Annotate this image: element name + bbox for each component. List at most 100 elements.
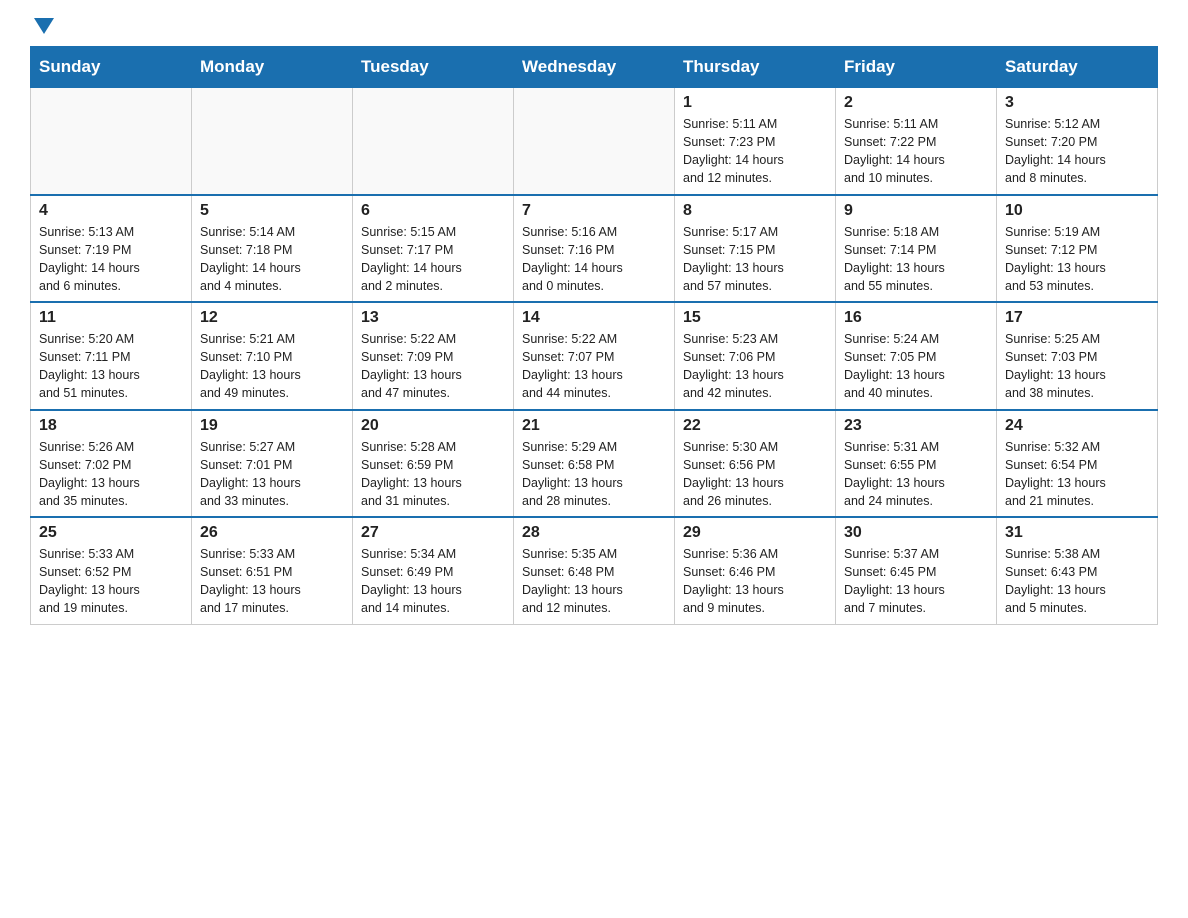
day-number: 26 <box>200 524 344 542</box>
calendar-cell: 25 Sunrise: 5:33 AM Sunset: 6:52 PM Dayli… <box>31 517 192 624</box>
day-info: Sunrise: 5:16 AM Sunset: 7:16 PM Dayligh… <box>522 223 666 296</box>
calendar-cell: 21Sunrise: 5:29 AM Sunset: 6:58 PM Dayli… <box>514 410 675 518</box>
day-info: Sunrise: 5:22 AM Sunset: 7:07 PM Dayligh… <box>522 330 666 403</box>
calendar-cell <box>353 88 514 195</box>
calendar-cell: 26 Sunrise: 5:33 AM Sunset: 6:51 PM Dayli… <box>192 517 353 624</box>
day-number: 7 <box>522 202 666 220</box>
day-number: 27 <box>361 524 505 542</box>
calendar-week-row: 11 Sunrise: 5:20 AM Sunset: 7:11 PM Dayli… <box>31 302 1158 410</box>
day-number: 15 <box>683 309 827 327</box>
day-number: 12 <box>200 309 344 327</box>
day-number: 29 <box>683 524 827 542</box>
day-number: 5 <box>200 202 344 220</box>
day-number: 9 <box>844 202 988 220</box>
day-info: Sunrise: 5:15 AM Sunset: 7:17 PM Dayligh… <box>361 223 505 296</box>
calendar-cell: 19 Sunrise: 5:27 AM Sunset: 7:01 PM Dayli… <box>192 410 353 518</box>
day-info: Sunrise: 5:18 AM Sunset: 7:14 PM Dayligh… <box>844 223 988 296</box>
day-info: Sunrise: 5:13 AM Sunset: 7:19 PM Dayligh… <box>39 223 183 296</box>
day-info: Sunrise: 5:19 AM Sunset: 7:12 PM Dayligh… <box>1005 223 1149 296</box>
header-monday: Monday <box>192 47 353 88</box>
header-saturday: Saturday <box>997 47 1158 88</box>
calendar-week-row: 18 Sunrise: 5:26 AM Sunset: 7:02 PM Dayli… <box>31 410 1158 518</box>
day-number: 18 <box>39 417 183 435</box>
calendar-cell: 27 Sunrise: 5:34 AM Sunset: 6:49 PM Dayli… <box>353 517 514 624</box>
day-number: 19 <box>200 417 344 435</box>
day-info: Sunrise: 5:25 AM Sunset: 7:03 PM Dayligh… <box>1005 330 1149 403</box>
day-info: Sunrise: 5:36 AM Sunset: 6:46 PM Dayligh… <box>683 545 827 618</box>
calendar-cell: 10 Sunrise: 5:19 AM Sunset: 7:12 PM Dayli… <box>997 195 1158 303</box>
day-info: Sunrise: 5:30 AM Sunset: 6:56 PM Dayligh… <box>683 438 827 511</box>
day-number: 2 <box>844 94 988 112</box>
day-number: 25 <box>39 524 183 542</box>
calendar-cell: 13 Sunrise: 5:22 AM Sunset: 7:09 PM Dayli… <box>353 302 514 410</box>
day-info: Sunrise: 5:17 AM Sunset: 7:15 PM Dayligh… <box>683 223 827 296</box>
day-number: 20 <box>361 417 505 435</box>
calendar-cell: 23 Sunrise: 5:31 AM Sunset: 6:55 PM Dayli… <box>836 410 997 518</box>
day-number: 6 <box>361 202 505 220</box>
calendar-cell: 22 Sunrise: 5:30 AM Sunset: 6:56 PM Dayli… <box>675 410 836 518</box>
day-info: Sunrise: 5:11 AM Sunset: 7:22 PM Dayligh… <box>844 115 988 188</box>
day-info: Sunrise: 5:37 AM Sunset: 6:45 PM Dayligh… <box>844 545 988 618</box>
calendar-cell: 14 Sunrise: 5:22 AM Sunset: 7:07 PM Dayli… <box>514 302 675 410</box>
calendar-cell: 1 Sunrise: 5:11 AM Sunset: 7:23 PM Daylig… <box>675 88 836 195</box>
calendar-cell: 24 Sunrise: 5:32 AM Sunset: 6:54 PM Dayli… <box>997 410 1158 518</box>
calendar-cell: 9 Sunrise: 5:18 AM Sunset: 7:14 PM Daylig… <box>836 195 997 303</box>
day-number: 10 <box>1005 202 1149 220</box>
day-number: 28 <box>522 524 666 542</box>
calendar-cell: 6 Sunrise: 5:15 AM Sunset: 7:17 PM Daylig… <box>353 195 514 303</box>
day-number: 30 <box>844 524 988 542</box>
logo-triangle-icon <box>34 18 54 34</box>
day-number: 24 <box>1005 417 1149 435</box>
day-info: Sunrise: 5:22 AM Sunset: 7:09 PM Dayligh… <box>361 330 505 403</box>
day-info: Sunrise: 5:33 AM Sunset: 6:52 PM Dayligh… <box>39 545 183 618</box>
day-info: Sunrise: 5:27 AM Sunset: 7:01 PM Dayligh… <box>200 438 344 511</box>
day-number: 21 <box>522 417 666 435</box>
calendar-cell: 18 Sunrise: 5:26 AM Sunset: 7:02 PM Dayli… <box>31 410 192 518</box>
day-info: Sunrise: 5:26 AM Sunset: 7:02 PM Dayligh… <box>39 438 183 511</box>
day-info: Sunrise: 5:32 AM Sunset: 6:54 PM Dayligh… <box>1005 438 1149 511</box>
day-info: Sunrise: 5:23 AM Sunset: 7:06 PM Dayligh… <box>683 330 827 403</box>
day-number: 17 <box>1005 309 1149 327</box>
day-number: 4 <box>39 202 183 220</box>
calendar-cell: 7 Sunrise: 5:16 AM Sunset: 7:16 PM Daylig… <box>514 195 675 303</box>
day-info: Sunrise: 5:34 AM Sunset: 6:49 PM Dayligh… <box>361 545 505 618</box>
day-info: Sunrise: 5:11 AM Sunset: 7:23 PM Dayligh… <box>683 115 827 188</box>
day-number: 8 <box>683 202 827 220</box>
day-number: 23 <box>844 417 988 435</box>
calendar-cell: 17 Sunrise: 5:25 AM Sunset: 7:03 PM Dayli… <box>997 302 1158 410</box>
calendar-cell: 11 Sunrise: 5:20 AM Sunset: 7:11 PM Dayli… <box>31 302 192 410</box>
calendar-cell: 15 Sunrise: 5:23 AM Sunset: 7:06 PM Dayli… <box>675 302 836 410</box>
calendar-week-row: 1 Sunrise: 5:11 AM Sunset: 7:23 PM Daylig… <box>31 88 1158 195</box>
day-info: Sunrise: 5:35 AM Sunset: 6:48 PM Dayligh… <box>522 545 666 618</box>
header-wednesday: Wednesday <box>514 47 675 88</box>
calendar-cell: 30 Sunrise: 5:37 AM Sunset: 6:45 PM Dayli… <box>836 517 997 624</box>
calendar-cell <box>514 88 675 195</box>
day-info: Sunrise: 5:20 AM Sunset: 7:11 PM Dayligh… <box>39 330 183 403</box>
day-info: Sunrise: 5:24 AM Sunset: 7:05 PM Dayligh… <box>844 330 988 403</box>
day-number: 1 <box>683 94 827 112</box>
day-number: 22 <box>683 417 827 435</box>
day-info: Sunrise: 5:33 AM Sunset: 6:51 PM Dayligh… <box>200 545 344 618</box>
day-info: Sunrise: 5:28 AM Sunset: 6:59 PM Dayligh… <box>361 438 505 511</box>
logo <box>30 20 54 36</box>
calendar-cell: 16Sunrise: 5:24 AM Sunset: 7:05 PM Dayli… <box>836 302 997 410</box>
day-number: 14 <box>522 309 666 327</box>
header-tuesday: Tuesday <box>353 47 514 88</box>
day-info: Sunrise: 5:21 AM Sunset: 7:10 PM Dayligh… <box>200 330 344 403</box>
calendar-week-row: 25 Sunrise: 5:33 AM Sunset: 6:52 PM Dayli… <box>31 517 1158 624</box>
calendar-cell <box>192 88 353 195</box>
day-number: 3 <box>1005 94 1149 112</box>
day-number: 11 <box>39 309 183 327</box>
calendar-cell: 4 Sunrise: 5:13 AM Sunset: 7:19 PM Daylig… <box>31 195 192 303</box>
calendar-week-row: 4 Sunrise: 5:13 AM Sunset: 7:19 PM Daylig… <box>31 195 1158 303</box>
calendar-cell: 3Sunrise: 5:12 AM Sunset: 7:20 PM Daylig… <box>997 88 1158 195</box>
header-sunday: Sunday <box>31 47 192 88</box>
day-info: Sunrise: 5:31 AM Sunset: 6:55 PM Dayligh… <box>844 438 988 511</box>
day-info: Sunrise: 5:14 AM Sunset: 7:18 PM Dayligh… <box>200 223 344 296</box>
day-number: 13 <box>361 309 505 327</box>
day-number: 31 <box>1005 524 1149 542</box>
calendar-cell: 12 Sunrise: 5:21 AM Sunset: 7:10 PM Dayli… <box>192 302 353 410</box>
calendar-cell: 28 Sunrise: 5:35 AM Sunset: 6:48 PM Dayli… <box>514 517 675 624</box>
calendar-cell <box>31 88 192 195</box>
calendar-cell: 5 Sunrise: 5:14 AM Sunset: 7:18 PM Daylig… <box>192 195 353 303</box>
